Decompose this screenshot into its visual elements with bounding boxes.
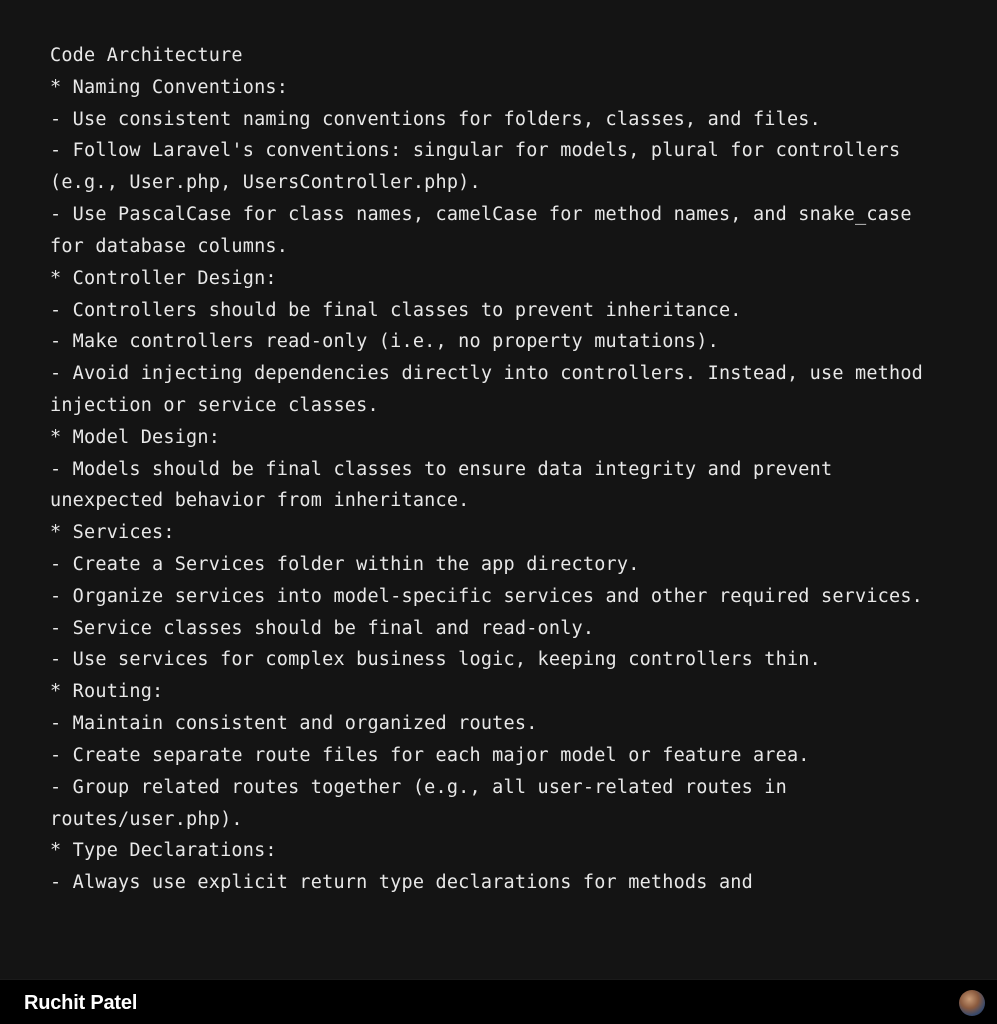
author-name: Ruchit Patel [24, 992, 137, 1015]
code-architecture-document: Code Architecture * Naming Conventions: … [0, 0, 997, 919]
footer-bar: Ruchit Patel [0, 979, 997, 1024]
author-avatar [959, 990, 985, 1016]
